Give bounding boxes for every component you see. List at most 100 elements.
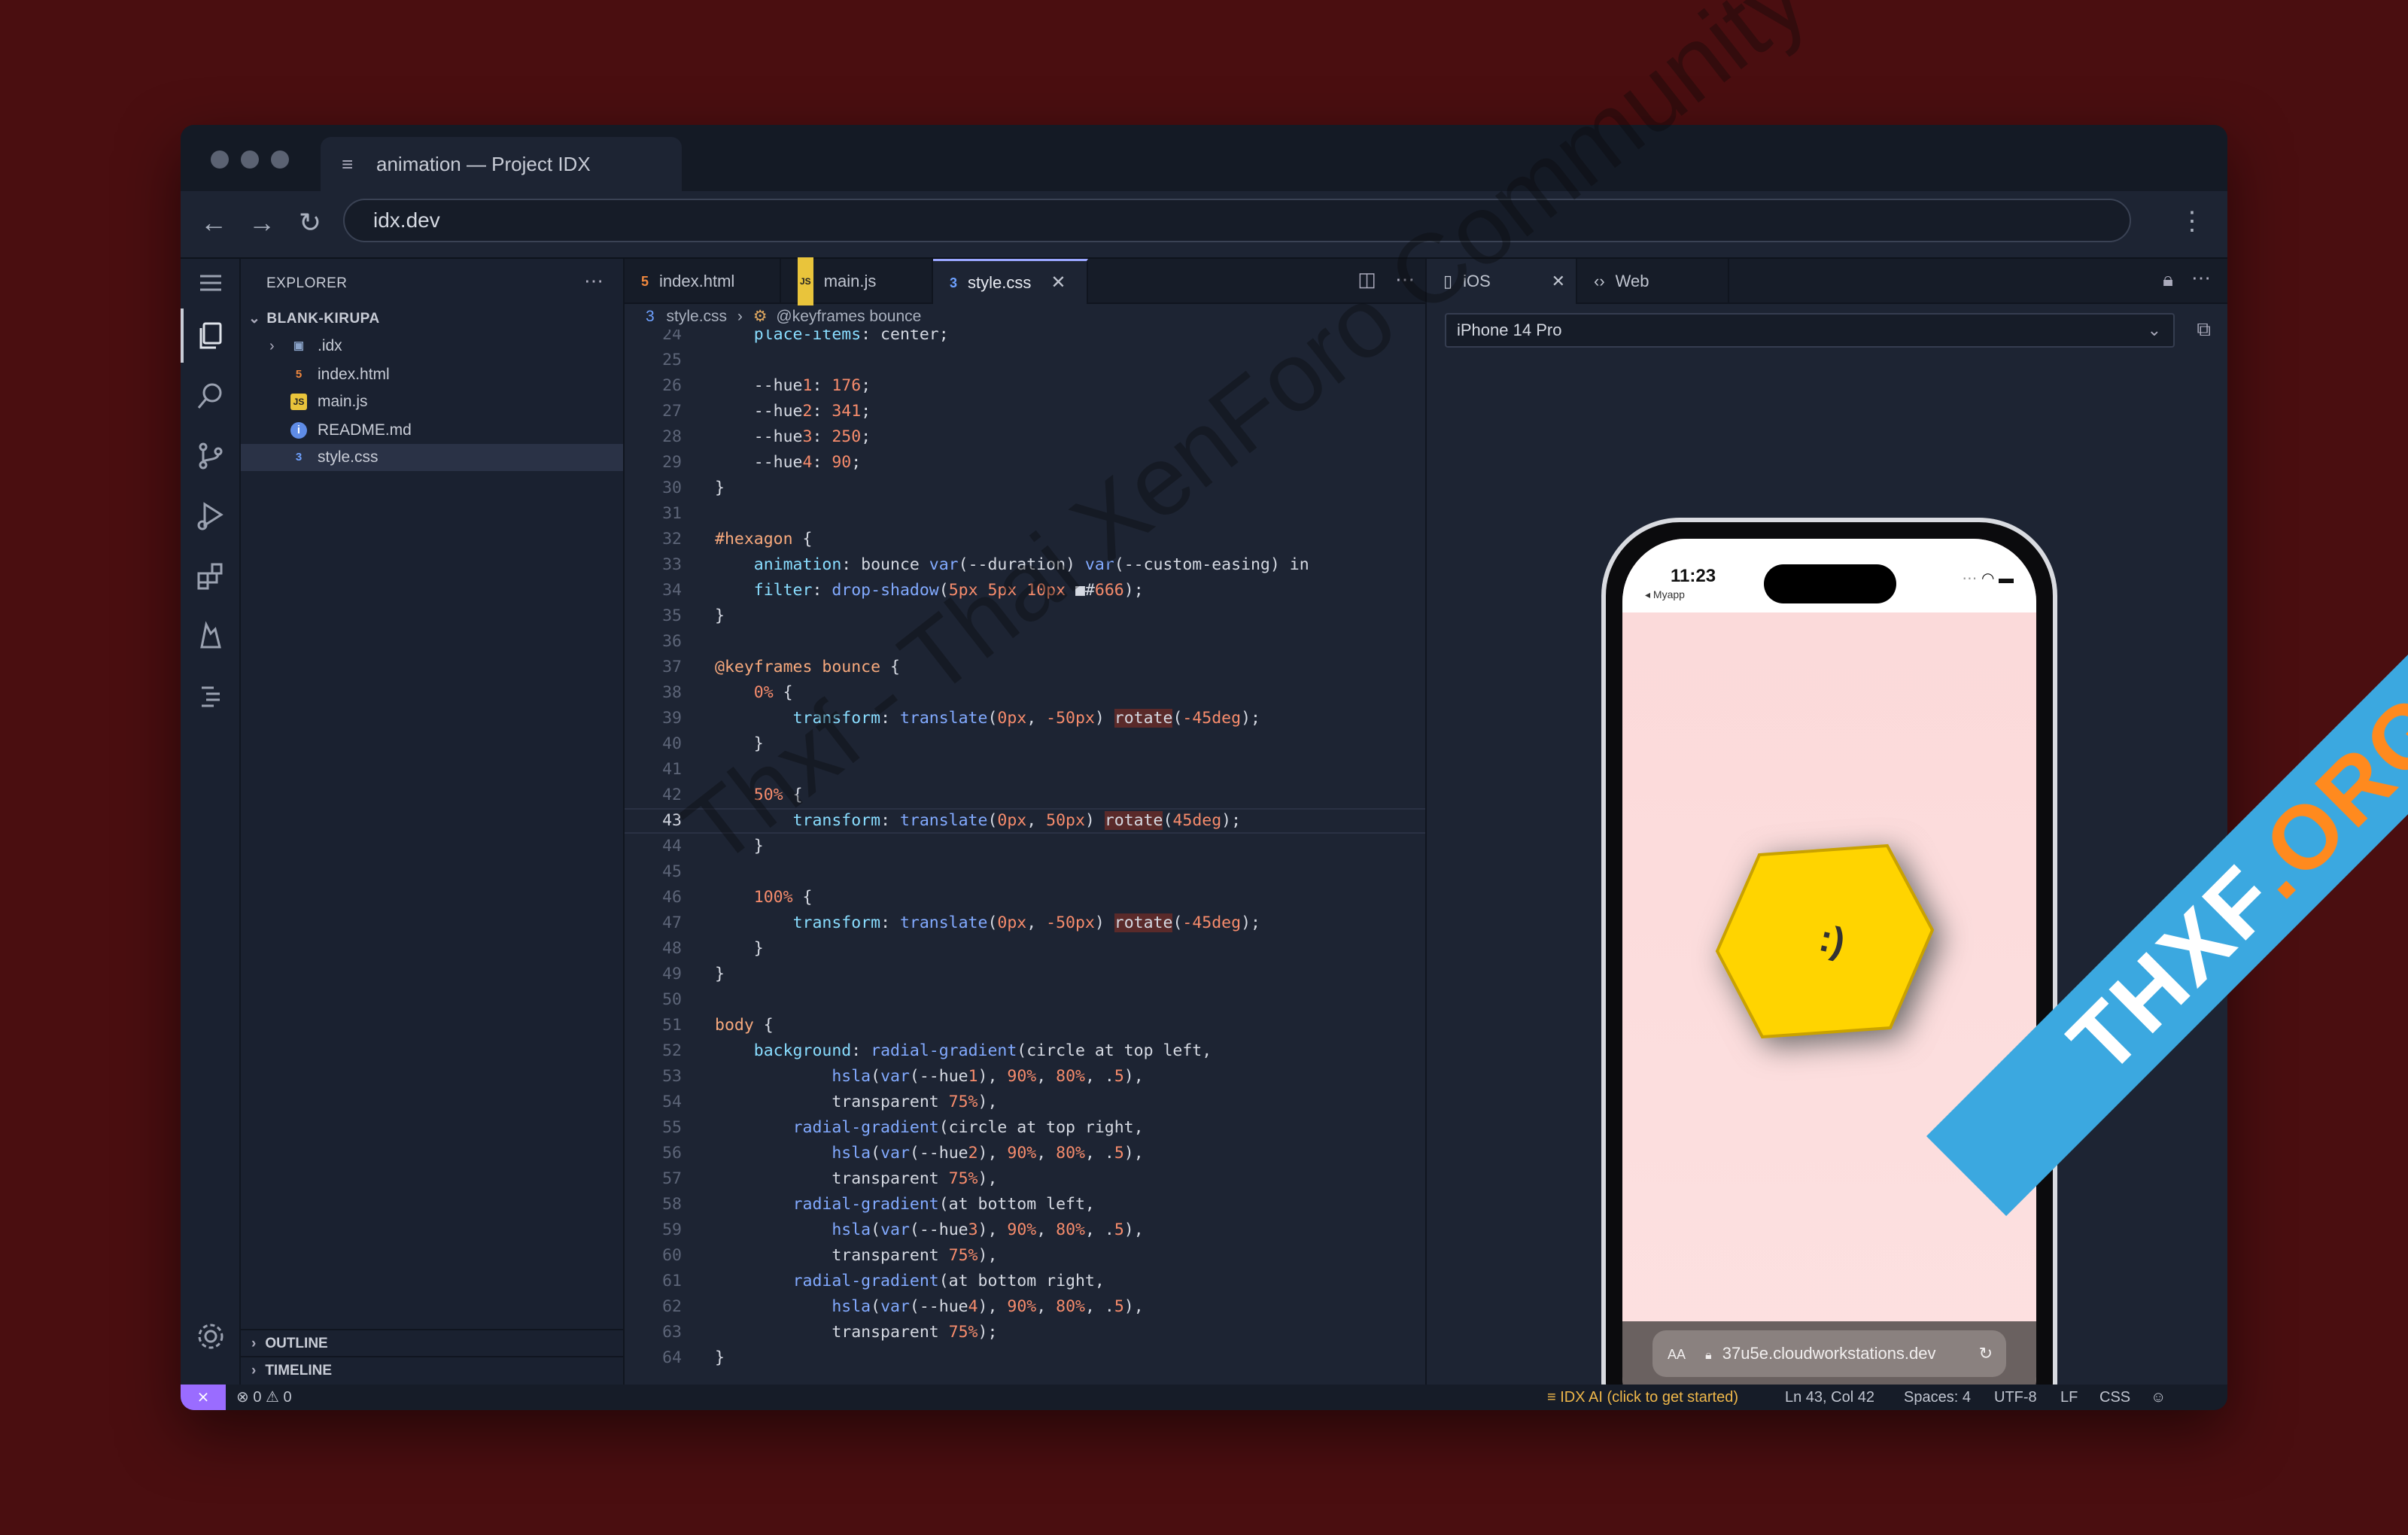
remote-icon[interactable]: ⨯: [181, 1385, 226, 1410]
lock-icon[interactable]: 🔒︎: [2163, 268, 2173, 292]
encoding[interactable]: UTF-8: [1994, 1385, 2037, 1410]
line-number: 33: [662, 555, 682, 574]
line-number: 50: [662, 990, 682, 1009]
code-line[interactable]: 56 hsla(var(--hue2), 90%, 80%, .5),: [625, 1141, 1500, 1166]
settings-gear-icon[interactable]: [194, 1320, 227, 1353]
reload-icon[interactable]: ↻: [1979, 1330, 1993, 1377]
code-line[interactable]: 58 radial-gradient(at bottom left,: [625, 1192, 1500, 1217]
idx-logo-icon: ≡: [342, 152, 354, 175]
code-line[interactable]: 47 transform: translate(0px, -50px) rota…: [625, 910, 1500, 936]
line-number: 41: [662, 760, 682, 779]
url-input[interactable]: idx.dev: [343, 199, 2131, 242]
problems-indicator[interactable]: ⊗ 0 ⚠ 0: [236, 1385, 292, 1410]
code-line[interactable]: 60 transparent 75%),: [625, 1243, 1500, 1269]
open-external-icon[interactable]: ⧉: [2197, 318, 2211, 342]
code-line[interactable]: 36: [625, 629, 1500, 655]
firebase-icon[interactable]: [194, 620, 227, 653]
code-line[interactable]: 62 hsla(var(--hue4), 90%, 80%, .5),: [625, 1294, 1500, 1320]
breadcrumb-symbol[interactable]: @keyframes bounce: [776, 308, 921, 325]
close-window-button[interactable]: [211, 150, 229, 169]
hexagon: :): [1713, 840, 1946, 1043]
line-number: 57: [662, 1169, 682, 1188]
safari-url-field[interactable]: AA 🔒︎ 37u5e.cloudworkstations.dev ↻: [1652, 1330, 2006, 1377]
timeline-section[interactable]: › TIMELINE: [241, 1356, 623, 1383]
code-line[interactable]: 38 0% {: [625, 680, 1500, 706]
code-line[interactable]: 28 --hue3: 250;: [625, 424, 1500, 450]
code-line[interactable]: 52 background: radial-gradient(circle at…: [625, 1038, 1500, 1064]
tab-style-css[interactable]: 3 style.css ✕: [933, 259, 1088, 304]
more-actions-icon[interactable]: ⋯: [2191, 266, 2211, 290]
close-tab-icon[interactable]: ✕: [1050, 260, 1066, 305]
aa-button[interactable]: AA: [1668, 1347, 1686, 1362]
status-bar: ⨯ ⊗ 0 ⚠ 0 ≡ IDX AI (click to get started…: [181, 1385, 2227, 1410]
code-line[interactable]: 57 transparent 75%),: [625, 1166, 1500, 1192]
zoom-window-button[interactable]: [271, 150, 289, 169]
code-line[interactable]: 64}: [625, 1345, 1500, 1371]
code-line[interactable]: 51 body {: [625, 1013, 1500, 1038]
language-mode[interactable]: CSS: [2099, 1385, 2130, 1410]
browser-menu-icon[interactable]: ⋮: [2179, 206, 2205, 236]
signal-icon: ⋯: [1962, 570, 1978, 587]
more-actions-icon[interactable]: ⋯: [584, 269, 604, 293]
code-line[interactable]: 59 hsla(var(--hue3), 90%, 80%, .5),: [625, 1217, 1500, 1243]
chevron-right-icon: ›: [251, 1363, 257, 1378]
back-icon[interactable]: ←: [196, 205, 232, 241]
code-text: }: [715, 939, 764, 958]
lock-icon: 🔒︎: [1705, 1349, 1712, 1362]
tab-web[interactable]: ‹› Web: [1577, 259, 1729, 304]
run-debug-icon[interactable]: [194, 500, 227, 533]
minimize-window-button[interactable]: [241, 150, 259, 169]
tree-item-style-css[interactable]: 3 style.css: [241, 444, 623, 471]
phone-screen[interactable]: 11:23 ◂ Myapp ⋯ ◠ ▬ :) AA 🔒︎ 37u5e.cloud…: [1622, 539, 2036, 1410]
forward-icon[interactable]: →: [244, 205, 280, 241]
extensions-icon[interactable]: [194, 560, 227, 593]
tree-item-idx[interactable]: › ▣ .idx: [241, 333, 623, 360]
code-line[interactable]: 54 transparent 75%),: [625, 1090, 1500, 1115]
phone-status-bar: 11:23 ◂ Myapp ⋯ ◠ ▬: [1622, 539, 2036, 612]
status-icons: ⋯ ◠ ▬: [1962, 569, 2014, 588]
code-line[interactable]: 63 transparent 75%);: [625, 1320, 1500, 1345]
indentation[interactable]: Spaces: 4: [1904, 1385, 1971, 1410]
code-text: --hue2: 341;: [715, 402, 871, 421]
tree-item-readme[interactable]: i README.md: [241, 417, 623, 444]
project-folder[interactable]: ⌄ BLANK-KIRUPA: [248, 310, 380, 327]
line-number: 59: [662, 1220, 682, 1239]
line-number: 51: [662, 1016, 682, 1035]
tree-item-main-js[interactable]: JS main.js: [241, 388, 623, 415]
code-line[interactable]: 29 --hue4: 90;: [625, 450, 1500, 476]
explorer-icon[interactable]: [194, 319, 227, 352]
code-text: transform: translate(0px, -50px) rotate(…: [792, 913, 1260, 932]
tab-index-html[interactable]: 5 index.html: [625, 259, 781, 304]
feedback-icon[interactable]: ☺: [2151, 1385, 2166, 1410]
code-line[interactable]: 50: [625, 987, 1500, 1013]
code-text: }: [715, 965, 725, 983]
outline-section[interactable]: › OUTLINE: [241, 1329, 623, 1356]
device-select[interactable]: iPhone 14 Pro ⌄: [1445, 313, 2175, 348]
code-text: transparent 75%),: [715, 1246, 998, 1265]
code-text: place-items: center;: [753, 330, 949, 344]
idx-icon[interactable]: [194, 680, 227, 713]
code-line[interactable]: 46 100% {: [625, 885, 1500, 910]
close-tab-icon[interactable]: ✕: [1552, 259, 1565, 304]
code-line[interactable]: 48 }: [625, 936, 1500, 962]
code-line[interactable]: 27 --hue2: 341;: [625, 399, 1500, 424]
code-line[interactable]: 55 radial-gradient(circle at top right,: [625, 1115, 1500, 1141]
breadcrumb-file[interactable]: style.css: [667, 308, 728, 325]
idx-ai-button[interactable]: ≡ IDX AI (click to get started): [1547, 1385, 1738, 1410]
code-line[interactable]: 53 hsla(var(--hue1), 90%, 80%, .5),: [625, 1064, 1500, 1090]
browser-tab[interactable]: ≡ animation — Project IDX: [321, 137, 682, 191]
code-line[interactable]: 49}: [625, 962, 1500, 987]
code-line[interactable]: 37 @keyframes bounce {: [625, 655, 1500, 680]
code-line[interactable]: 61 radial-gradient(at bottom right,: [625, 1269, 1500, 1294]
explorer-panel: EXPLORER ⋯ ⌄ BLANK-KIRUPA › ▣ .idx 5 inde…: [241, 259, 625, 1385]
source-control-icon[interactable]: [194, 439, 227, 473]
tree-item-index-html[interactable]: 5 index.html: [241, 361, 623, 388]
reload-icon[interactable]: ↻: [292, 205, 328, 241]
cursor-position[interactable]: Ln 43, Col 42: [1785, 1385, 1874, 1410]
tab-main-js[interactable]: JS main.js: [781, 257, 933, 305]
line-number: 34: [662, 581, 682, 600]
search-icon[interactable]: [194, 379, 227, 412]
back-to-app[interactable]: ◂ Myapp: [1645, 588, 1685, 601]
end-of-line[interactable]: LF: [2060, 1385, 2078, 1410]
menu-icon[interactable]: [194, 266, 227, 299]
